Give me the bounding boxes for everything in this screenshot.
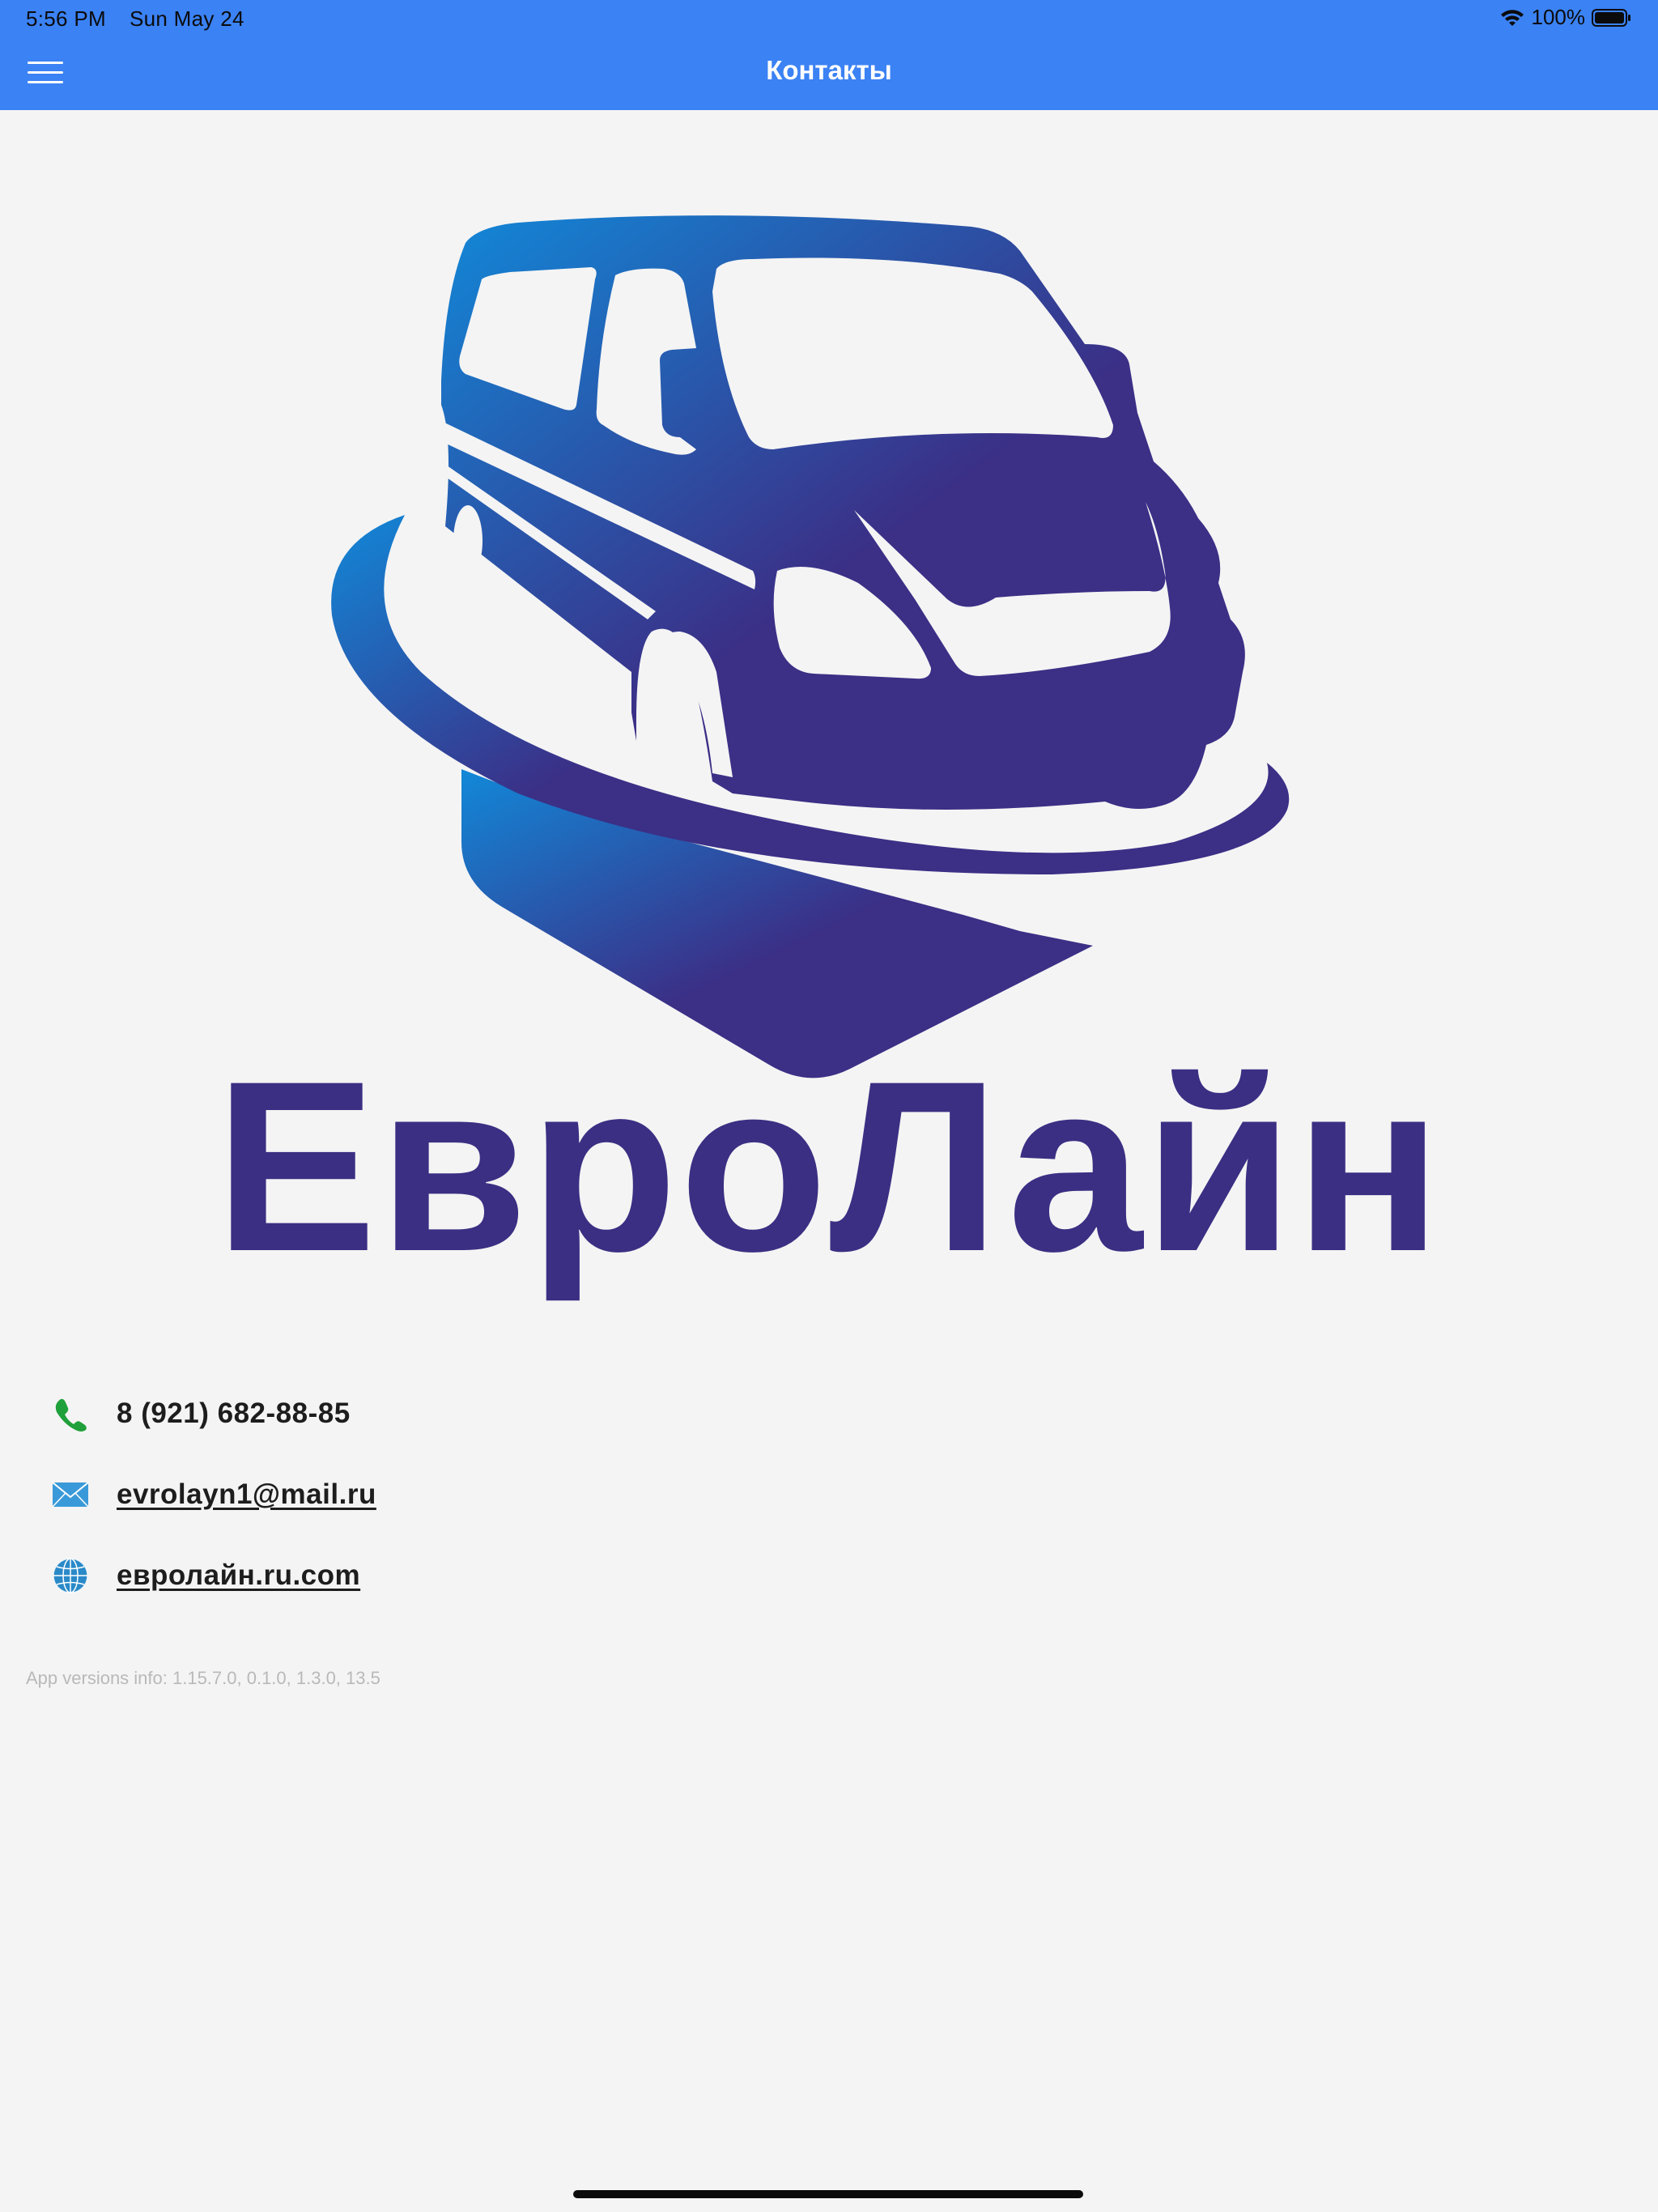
- globe-icon: [50, 1555, 91, 1596]
- status-time: 5:56 PM: [26, 6, 106, 31]
- app-version-info: App versions info: 1.15.7.0, 0.1.0, 1.3.…: [26, 1668, 380, 1688]
- logo-brand-text: ЕвроЛайн: [215, 1030, 1443, 1304]
- app-header: 5:56 PM Sun May 24 100% Контакты: [0, 0, 1658, 110]
- evroline-logo: ЕвроЛайн: [0, 110, 1658, 1325]
- mail-icon: [50, 1474, 91, 1515]
- wifi-icon: [1499, 7, 1525, 28]
- battery-percentage: 100%: [1531, 5, 1586, 29]
- status-indicators: 100%: [1499, 5, 1633, 30]
- page-title: Контакты: [766, 55, 892, 85]
- logo-graphic: ЕвроЛайн: [215, 215, 1443, 1304]
- email-link[interactable]: evrolayn1@mail.ru: [117, 1478, 376, 1511]
- home-indicator[interactable]: [573, 2190, 1083, 2198]
- contact-phone-row[interactable]: 8 (921) 682-88-85: [50, 1389, 376, 1438]
- website-link[interactable]: евролайн.ru.com: [117, 1559, 360, 1592]
- contact-website-row[interactable]: евролайн.ru.com: [50, 1551, 376, 1600]
- phone-number[interactable]: 8 (921) 682-88-85: [117, 1397, 351, 1430]
- status-bar-time: 5:56 PM Sun May 24: [26, 6, 244, 32]
- contact-email-row[interactable]: evrolayn1@mail.ru: [50, 1470, 376, 1519]
- contacts-list: 8 (921) 682-88-85 evrolayn1@mail.ru евро…: [50, 1389, 376, 1632]
- status-date: Sun May 24: [130, 6, 244, 31]
- phone-icon: [50, 1393, 91, 1434]
- battery-icon: [1592, 8, 1632, 28]
